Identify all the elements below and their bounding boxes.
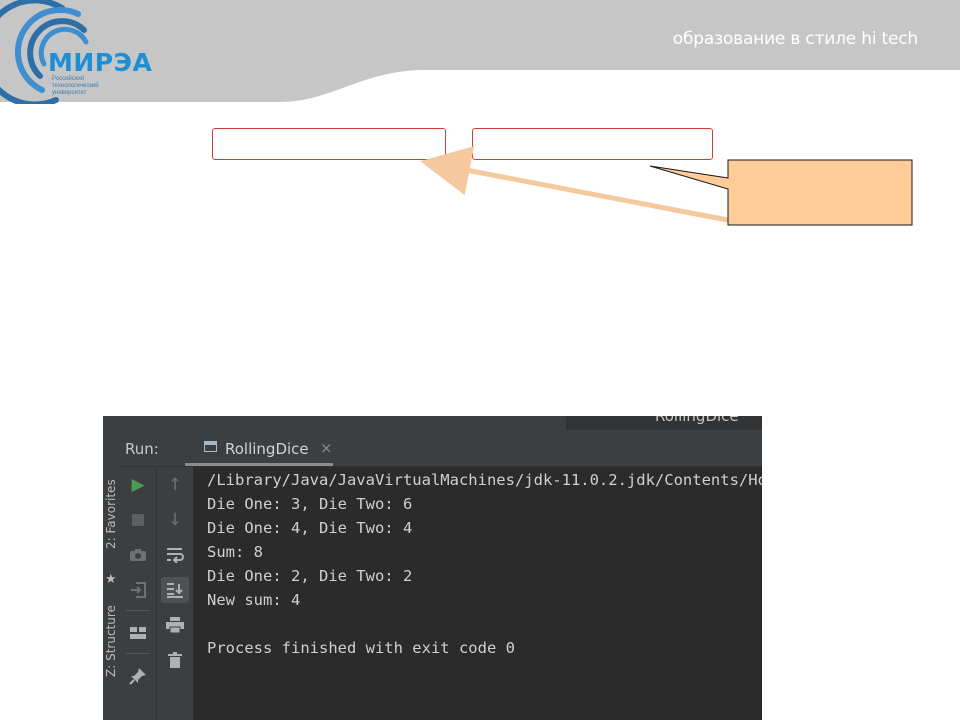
console-output[interactable]: /Library/Java/JavaVirtualMachines/jdk-11… [194,467,762,720]
console-line: Die One: 2, Die Two: 2 [207,567,413,585]
header-tagline: образование в стиле hi tech [672,29,918,49]
run-toolbar-left: ▶ [120,467,157,720]
scroll-to-end-icon[interactable] [161,577,189,603]
console-line: New sum: 4 [207,591,301,609]
mirea-logo: МИРЭА Российский технологический универс… [0,0,170,108]
soft-wrap-icon[interactable] [161,542,189,568]
toolbar-separator [126,653,150,654]
console-line: Die One: 4, Die Two: 4 [207,519,413,537]
play-icon[interactable]: ▶ [124,472,152,498]
console-line: Die One: 3, Die Two: 6 [207,495,413,513]
stop-icon[interactable] [124,507,152,533]
arrow-up-icon[interactable]: ↑ [161,472,189,498]
editor-tab-label: RollingDice [655,416,739,425]
console-line: Sum: 8 [207,543,263,561]
logo-subtitle-line: университет [52,90,87,96]
pin-icon[interactable] [124,663,152,689]
arrow-down-icon[interactable]: ↓ [161,507,189,533]
run-tab-label: RollingDice [225,440,309,458]
ide-run-window: RollingDice 2: Favorites ★ Z: Structure … [103,416,762,720]
console-window-icon [204,441,217,452]
run-toolbar-right: ↑ ↓ [157,467,194,720]
star-icon: ★ [105,572,117,587]
highlight-frame-right [472,128,713,160]
toolbar-separator [126,610,150,611]
run-tab-rollingdice[interactable]: RollingDice × [185,430,335,466]
console-line: Process finished with exit code 0 [207,639,515,657]
camera-icon[interactable] [124,542,152,568]
layout-icon[interactable] [124,620,152,646]
print-icon[interactable] [161,612,189,638]
login-icon[interactable] [124,577,152,603]
favorites-side-tab[interactable]: 2: Favorites [104,479,120,549]
run-tab-underline [185,463,333,466]
left-tool-strip: 2: Favorites ★ Z: Structure [103,430,121,720]
close-icon[interactable]: × [320,439,333,457]
logo-wordmark: МИРЭА [48,48,153,77]
run-header: Run: RollingDice × [120,430,762,467]
trash-icon[interactable] [161,647,189,673]
logo-subtitle-line: технологический [52,83,99,89]
run-label: Run: [125,440,159,458]
structure-side-tab[interactable]: Z: Structure [104,605,120,677]
console-line: /Library/Java/JavaVirtualMachines/jdk-11… [207,471,762,489]
logo-subtitle-line: Российский [52,76,85,82]
editor-tab-strip: RollingDice [103,416,762,430]
highlight-frame-left [212,128,446,160]
logo-subtitle: Российский технологический университет [52,76,132,97]
editor-tab-rollingdice[interactable]: RollingDice [566,416,762,430]
